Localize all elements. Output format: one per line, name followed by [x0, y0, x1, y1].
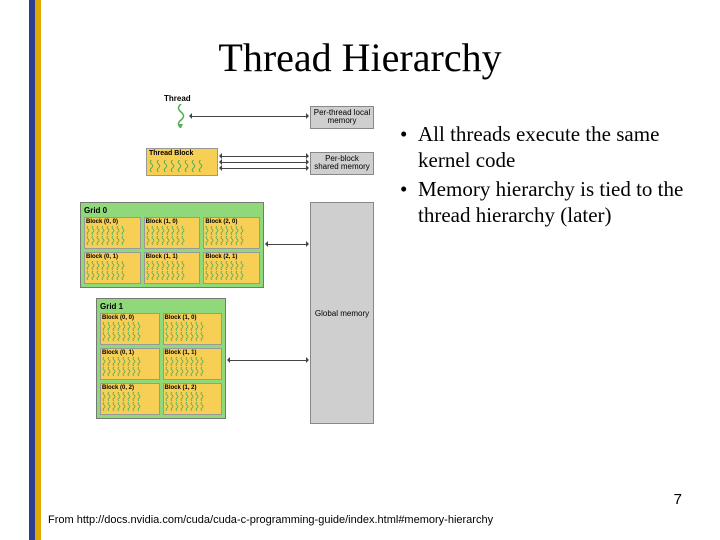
thread-squiggle-icon [176, 104, 186, 128]
grid-block-cell: Block (1, 0) [163, 313, 223, 345]
thread-squiggle-icon [149, 160, 154, 172]
grid-block-cell: Block (0, 0) [100, 313, 160, 345]
grid1-box: Grid 1 Block (0, 0) Block (1, 0) Block (… [96, 298, 226, 419]
thread-to-mem-arrow [190, 116, 308, 117]
grid-block-cell: Block (0, 1) [100, 348, 160, 380]
block-to-mem-arrow [220, 162, 308, 163]
grid0-box: Grid 0 Block (0, 0) Block (1, 0) Block (… [80, 202, 264, 288]
grid-block-cell: Block (0, 2) [100, 383, 160, 415]
per-block-memory-box: Per-block shared memory [310, 152, 374, 175]
thread-block-label: Thread Block [149, 150, 193, 157]
grid-block-cell: Block (1, 1) [144, 252, 201, 284]
thread-squiggle-icon [184, 160, 189, 172]
bullet-list: • All threads execute the same kernel co… [400, 122, 700, 232]
grid1-to-global-arrow [228, 360, 308, 361]
grid0-to-global-arrow [266, 244, 308, 245]
per-thread-memory-box: Per-thread local memory [310, 106, 374, 129]
global-memory-box: Global memory [310, 202, 374, 424]
grid-block-cell: Block (0, 1) [84, 252, 141, 284]
bullet-item: • All threads execute the same kernel co… [400, 122, 700, 173]
grid-block-cell: Block (2, 1) [203, 252, 260, 284]
citation-text: From http://docs.nvidia.com/cuda/cuda-c-… [48, 514, 493, 526]
slide-title: Thread Hierarchy [0, 34, 720, 81]
thread-squiggle-icon [163, 160, 168, 172]
thread-squiggle-icon [198, 160, 203, 172]
grid0-label: Grid 0 [84, 206, 260, 215]
side-accent-stripe [29, 0, 41, 540]
bullet-text: All threads execute the same kernel code [418, 122, 700, 173]
block-to-mem-arrow [220, 168, 308, 169]
thread-squiggle-icon [177, 160, 182, 172]
thread-label: Thread [164, 94, 191, 103]
bullet-marker: • [400, 177, 418, 228]
grid-block-cell: Block (0, 0) [84, 217, 141, 249]
thread-block-box: Thread Block [146, 148, 218, 176]
slide-number: 7 [674, 491, 682, 508]
thread-squiggle-icon [191, 160, 196, 172]
bullet-marker: • [400, 122, 418, 173]
block-to-mem-arrow [220, 156, 308, 157]
grid-block-cell: Block (1, 1) [163, 348, 223, 380]
bullet-item: • Memory hierarchy is tied to the thread… [400, 177, 700, 228]
thread-squiggle-icon [170, 160, 175, 172]
thread-squiggle-icon [156, 160, 161, 172]
grid-block-cell: Block (1, 2) [163, 383, 223, 415]
thread-hierarchy-diagram: Thread Per-thread local memory Thread Bl… [78, 100, 388, 500]
grid1-label: Grid 1 [100, 302, 222, 311]
bullet-text: Memory hierarchy is tied to the thread h… [418, 177, 700, 228]
grid-block-cell: Block (1, 0) [144, 217, 201, 249]
grid-block-cell: Block (2, 0) [203, 217, 260, 249]
